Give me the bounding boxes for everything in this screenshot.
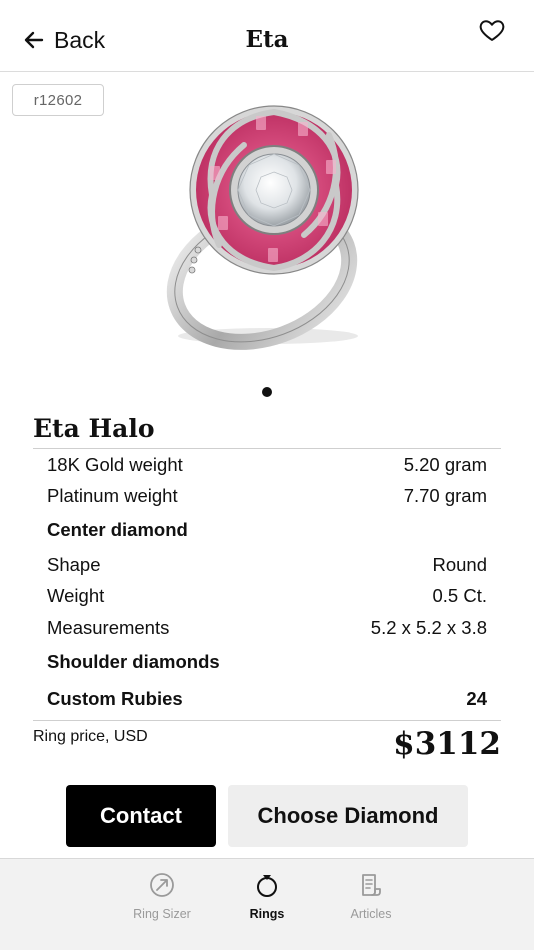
spec-row-measurements: Measurements 5.2 x 5.2 x 3.8 <box>47 617 487 639</box>
ring-sizer-icon <box>150 873 174 897</box>
tab-label: Articles <box>350 907 392 921</box>
product-name: Eta Halo <box>33 414 155 443</box>
divider <box>33 720 501 721</box>
spec-row-weight: Weight 0.5 Ct. <box>47 585 487 607</box>
spec-value: Round <box>432 554 487 575</box>
spec-row-platinum-weight: Platinum weight 7.70 gram <box>47 485 487 507</box>
spec-row-custom-rubies: Custom Rubies 24 <box>47 688 487 710</box>
back-button[interactable]: Back <box>22 24 105 56</box>
spec-value: 5.20 gram <box>403 454 487 475</box>
spec-value: 0.5 Ct. <box>432 585 488 606</box>
center-diamond-heading: Center diamond <box>47 519 188 540</box>
ring-icon <box>257 875 277 897</box>
spec-label: Custom Rubies <box>47 688 183 709</box>
spec-value: 5.2 x 5.2 x 3.8 <box>370 617 487 638</box>
tab-ring-sizer[interactable]: Ring Sizer <box>107 859 217 950</box>
spec-row-shape: Shape Round <box>47 554 487 576</box>
spec-label: Shape <box>47 554 101 575</box>
spec-label: Platinum weight <box>47 485 178 506</box>
price-label: Ring price, USD <box>33 728 148 745</box>
tab-label: Ring Sizer <box>133 907 191 921</box>
choose-diamond-button[interactable]: Choose Diamond <box>228 785 468 847</box>
price-value: $3112 <box>393 726 501 762</box>
spec-label: Measurements <box>47 617 170 638</box>
carousel-dot[interactable] <box>262 387 272 397</box>
shoulder-diamonds-heading: Shoulder diamonds <box>47 651 220 672</box>
bottom-tab-bar: Ring Sizer Rings Articles <box>0 858 534 950</box>
spec-value: 7.70 gram <box>403 485 487 506</box>
tab-rings[interactable]: Rings <box>212 859 322 950</box>
spec-label: 18K Gold weight <box>47 454 183 475</box>
back-label: Back <box>54 26 106 53</box>
spec-value: 24 <box>466 688 487 709</box>
spec-row-gold-weight: 18K Gold weight 5.20 gram <box>47 454 487 476</box>
tab-articles[interactable]: Articles <box>316 859 426 950</box>
sku-badge: r12602 <box>12 84 104 116</box>
divider <box>33 448 501 449</box>
top-bar: Back Eta <box>0 0 534 72</box>
articles-icon <box>362 874 381 896</box>
tab-label: Rings <box>249 907 285 921</box>
arrow-left-icon <box>24 31 44 49</box>
contact-button[interactable]: Contact <box>66 785 216 847</box>
heart-icon[interactable] <box>478 16 506 44</box>
ring-image[interactable] <box>150 98 390 358</box>
spec-label: Weight <box>47 585 105 606</box>
